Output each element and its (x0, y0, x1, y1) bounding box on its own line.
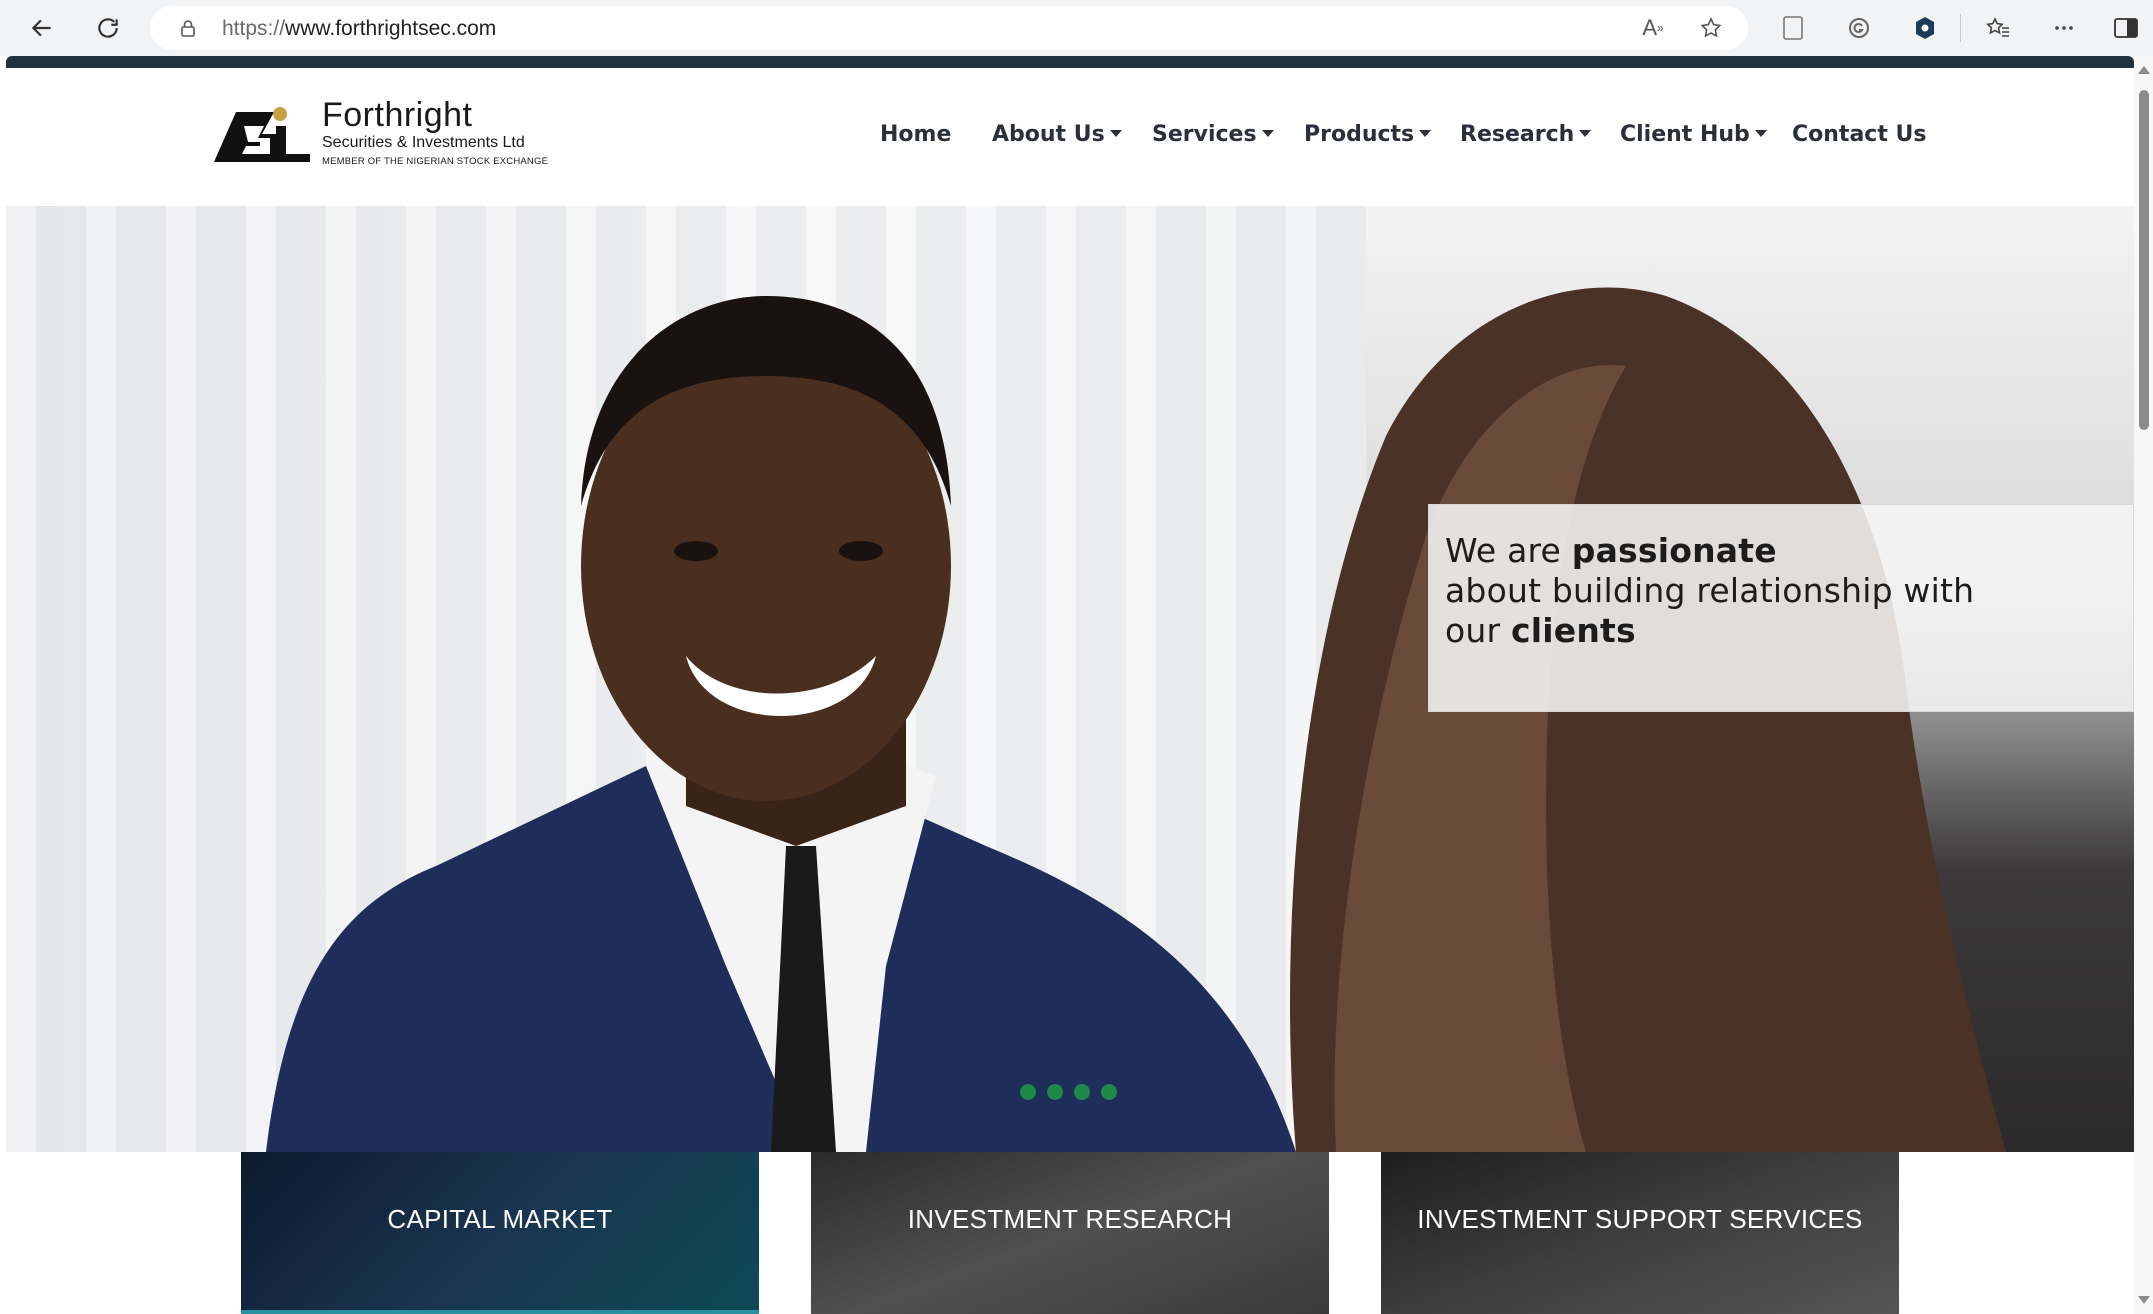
nav-services[interactable]: Services (1152, 122, 1274, 147)
lock-icon[interactable] (178, 18, 198, 38)
hero-caption-box: We are passionate about building relatio… (1428, 504, 2134, 712)
webpage: Forthright Securities & Investments Ltd … (6, 56, 2134, 1314)
tile-capital-market[interactable]: CAPITAL MARKET (241, 1152, 759, 1314)
tile-investment-research-label: INVESTMENT RESEARCH (907, 1204, 1233, 1234)
tile-capital-market-label: CAPITAL MARKET (387, 1204, 613, 1234)
tile-investment-support-services-label: INVESTMENT SUPPORT SERVICES (1417, 1204, 1863, 1234)
logo-mark-icon (214, 107, 310, 162)
favorites-icon[interactable] (1982, 12, 2014, 44)
chevron-down-icon (1261, 129, 1274, 137)
scroll-down-arrow-icon[interactable] (2138, 1296, 2150, 1304)
chevron-down-icon (1754, 129, 1767, 137)
scroll-thumb[interactable] (2139, 90, 2149, 430)
url-text[interactable]: https://www.forthrightsec.com (222, 17, 496, 41)
nav-contact-us[interactable]: Contact Us (1792, 122, 1926, 147)
hero-caption-plain-3: our (1445, 611, 1511, 650)
hero-caption-bold-3: clients (1510, 611, 1636, 650)
page-scrollbar[interactable] (2134, 56, 2153, 1314)
back-icon[interactable] (24, 10, 60, 46)
logo-member-text: MEMBER OF THE NIGERIAN STOCK EXCHANGE (322, 156, 549, 167)
read-aloud-icon[interactable]: A» (1640, 15, 1666, 41)
hero-caption-bold-1: passionate (1571, 531, 1777, 570)
nav-client-hub-label: Client Hub (1620, 122, 1750, 147)
favorite-star-icon[interactable] (1698, 15, 1724, 41)
url-host: www.forthrightsec.com (285, 17, 497, 40)
nav-products-label: Products (1304, 122, 1415, 147)
slider-dots (1020, 1084, 1117, 1100)
hero-caption-line-1: We are passionate (1445, 531, 1777, 570)
tile-investment-research[interactable]: INVESTMENT RESEARCH (811, 1152, 1329, 1314)
slider-dot-1[interactable] (1020, 1084, 1036, 1100)
slider-dot-3[interactable] (1074, 1084, 1090, 1100)
chevron-down-icon (1109, 129, 1122, 137)
reading-view-icon[interactable] (1777, 12, 1809, 44)
logo-name: Forthright (322, 96, 473, 134)
nav-research[interactable]: Research (1460, 122, 1592, 147)
more-menu-icon[interactable] (2048, 12, 2080, 44)
nav-home[interactable]: Home (880, 122, 951, 147)
tile-investment-support-services[interactable]: INVESTMENT SUPPORT SERVICES (1381, 1152, 1899, 1314)
logo-subtitle: Securities & Investments Ltd (322, 134, 525, 151)
sidebar-toggle-icon[interactable] (2110, 12, 2142, 44)
site-logo[interactable]: Forthright Securities & Investments Ltd … (214, 96, 564, 176)
hero-caption-line-3: our clients (1445, 611, 1636, 650)
nav-research-label: Research (1460, 122, 1575, 147)
grammarly-extension-icon[interactable] (1843, 12, 1875, 44)
refresh-icon[interactable] (90, 10, 126, 46)
nav-about-us[interactable]: About Us (992, 122, 1122, 147)
site-header: Forthright Securities & Investments Ltd … (6, 68, 2134, 206)
hero-caption-plain-1: We are (1445, 531, 1572, 570)
toolbar-separator (1960, 14, 1961, 42)
nav-home-label: Home (880, 122, 952, 147)
nav-services-label: Services (1152, 122, 1257, 147)
browser-toolbar: https://www.forthrightsec.com A» (0, 0, 2153, 56)
top-accent-strip (6, 56, 2134, 68)
shield-extension-icon[interactable] (1909, 12, 1941, 44)
chevron-down-icon (1419, 129, 1432, 137)
tile-underline (241, 1310, 759, 1314)
url-protocol: https:// (222, 17, 286, 40)
nav-products[interactable]: Products (1304, 122, 1432, 147)
address-bar[interactable]: https://www.forthrightsec.com A» (150, 6, 1748, 50)
nav-about-us-label: About Us (992, 122, 1105, 147)
nav-client-hub[interactable]: Client Hub (1620, 122, 1767, 147)
slider-dot-2[interactable] (1047, 1084, 1063, 1100)
slider-dot-4[interactable] (1101, 1084, 1117, 1100)
nav-contact-us-label: Contact Us (1792, 122, 1927, 147)
hero-caption-line-2: about building relationship with (1445, 571, 1975, 610)
chevron-down-icon (1579, 129, 1592, 137)
scroll-up-arrow-icon[interactable] (2138, 66, 2150, 74)
hero-slider[interactable]: We are passionate about building relatio… (6, 206, 2134, 1152)
